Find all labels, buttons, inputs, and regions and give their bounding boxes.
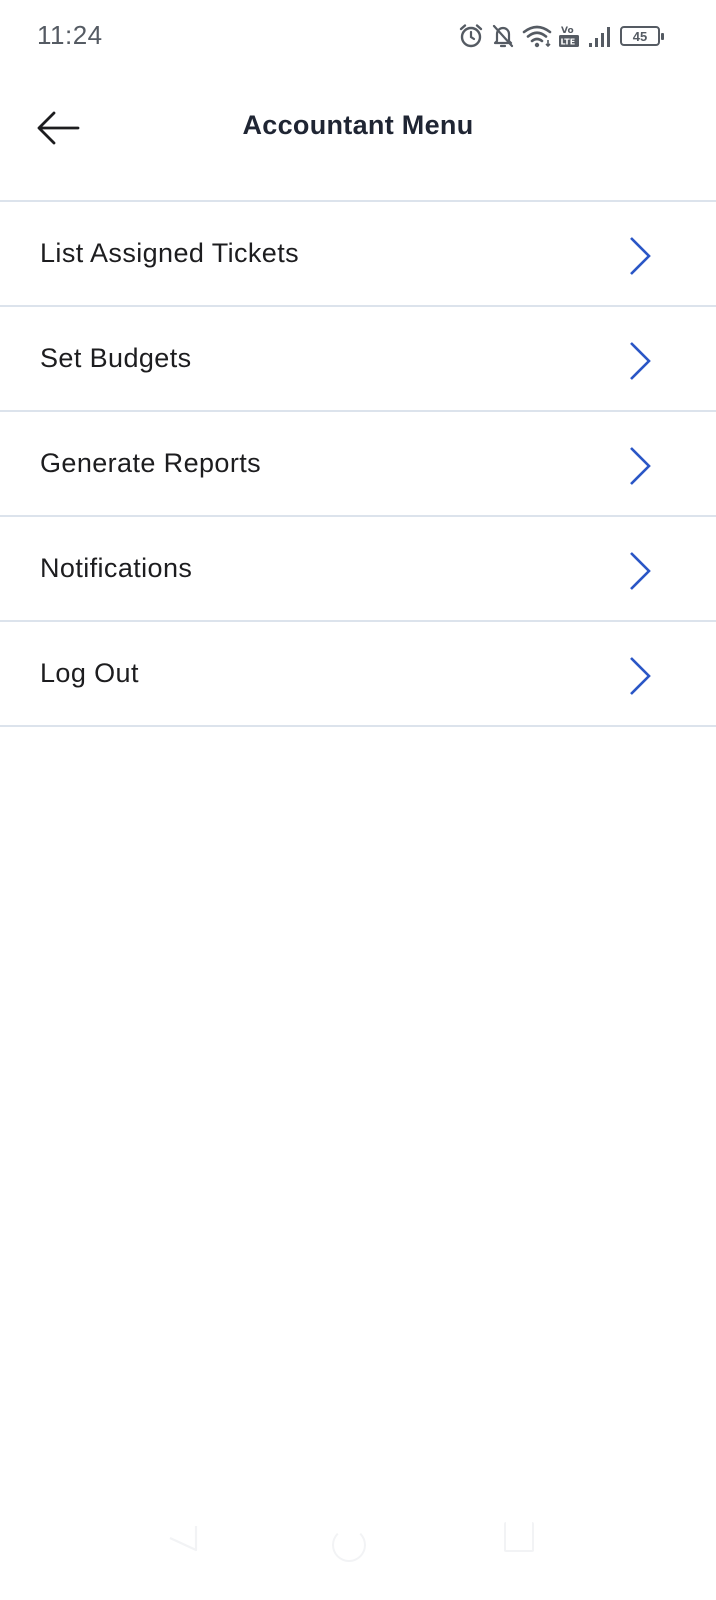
menu-item-notifications[interactable]: Notifications — [0, 517, 716, 622]
svg-text:LTE: LTE — [561, 38, 576, 47]
menu-item-label: Set Budgets — [40, 343, 192, 373]
menu-list: List Assigned Tickets Set Budgets Genera… — [0, 200, 716, 727]
battery-level: 45 — [632, 28, 648, 44]
system-nav-bar — [0, 1512, 716, 1572]
menu-item-label: Log Out — [40, 658, 139, 688]
chevron-right-icon — [628, 341, 652, 381]
menu-item-generate-reports[interactable]: Generate Reports — [0, 412, 716, 517]
menu-item-log-out[interactable]: Log Out — [0, 622, 716, 727]
volte-icon: Vo LTE — [558, 23, 582, 49]
bell-off-icon — [490, 23, 516, 49]
status-icons: Vo LTE 45 — [458, 22, 664, 50]
chevron-right-icon — [628, 656, 652, 696]
status-bar: 11:24 Vo LTE 45 — [0, 0, 716, 72]
app-header: Accountant Menu — [0, 72, 716, 200]
nav-recents-icon[interactable] — [504, 1522, 534, 1552]
chevron-right-icon — [628, 446, 652, 486]
menu-item-label: List Assigned Tickets — [40, 238, 300, 268]
nav-home-icon[interactable] — [332, 1528, 366, 1562]
signal-icon — [588, 24, 614, 48]
page-title: Accountant Menu — [242, 110, 474, 140]
menu-item-label: Generate Reports — [40, 448, 262, 478]
menu-item-set-budgets[interactable]: Set Budgets — [0, 307, 716, 412]
battery-icon: 45 — [620, 26, 664, 46]
alarm-icon — [458, 23, 484, 49]
menu-item-list-assigned-tickets[interactable]: List Assigned Tickets — [0, 202, 716, 307]
menu-item-label: Notifications — [40, 553, 193, 583]
wifi-icon — [522, 24, 552, 48]
nav-back-icon[interactable] — [166, 1522, 200, 1557]
status-time: 11:24 — [37, 20, 103, 50]
chevron-right-icon — [628, 551, 652, 591]
svg-text:Vo: Vo — [561, 26, 574, 36]
chevron-right-icon — [628, 236, 652, 276]
